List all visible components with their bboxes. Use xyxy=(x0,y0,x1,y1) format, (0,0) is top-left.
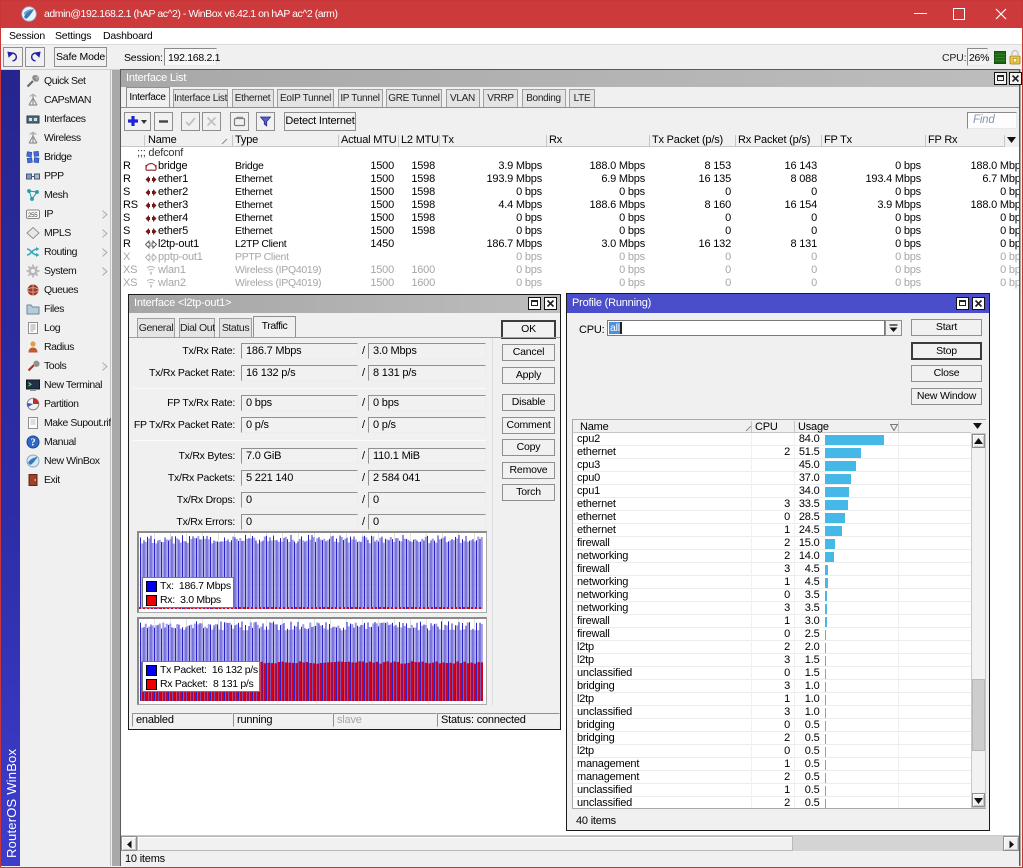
svg-text:?: ? xyxy=(31,438,36,449)
svg-text:255: 255 xyxy=(28,213,38,219)
